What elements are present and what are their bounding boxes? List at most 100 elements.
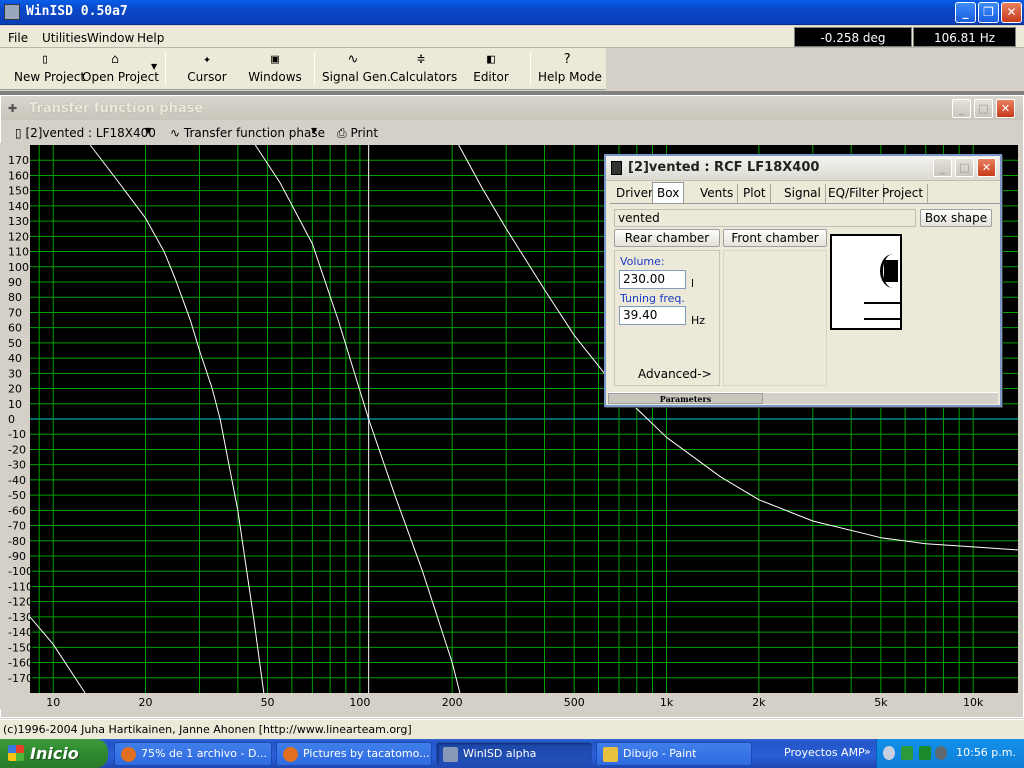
y-tick-label: -80: [8, 535, 26, 548]
menu-utilities[interactable]: Utilities: [42, 31, 87, 45]
graph-dropdown-icon[interactable]: ▼: [311, 126, 317, 135]
open-project-dropdown-icon[interactable]: ▼: [151, 62, 157, 71]
task-pictures[interactable]: Pictures by tacatomo...: [276, 742, 432, 766]
menu-help[interactable]: Help: [137, 31, 164, 45]
toolbar-expand-icon[interactable]: »: [864, 745, 871, 758]
child-minimize-icon[interactable]: _: [952, 99, 971, 118]
close-icon[interactable]: ✕: [1001, 2, 1022, 23]
signal-gen-label: Signal Gen.: [322, 70, 391, 84]
tab-box[interactable]: Box: [652, 182, 685, 203]
box-close-icon[interactable]: ✕: [977, 158, 996, 177]
x-tick-label: 500: [564, 696, 585, 709]
project-dropdown-icon[interactable]: ▼: [145, 126, 151, 135]
y-tick-label: 150: [8, 185, 29, 198]
x-tick-label: 10: [46, 696, 60, 709]
signal-gen-button[interactable]: ∿ Signal Gen.: [322, 50, 391, 88]
box-window-title-bar: [2]vented : RCF LF18X400 _ □ ✕: [606, 156, 1000, 181]
y-tick-label: 50: [8, 337, 22, 350]
quicklaunch-label[interactable]: Proyectos AMP: [784, 746, 865, 759]
taskbar: Inicio 75% de 1 archivo - D... Pictures …: [0, 739, 1024, 768]
x-tick-label: 1k: [660, 696, 674, 709]
y-tick-label: 90: [8, 276, 22, 289]
restore-icon[interactable]: ❐: [978, 2, 999, 23]
windows-label: Windows: [248, 70, 302, 84]
task-download[interactable]: 75% de 1 archivo - D...: [114, 742, 272, 766]
antivirus-icon[interactable]: [919, 746, 931, 760]
x-tick-label: 2k: [752, 696, 766, 709]
tuning-freq-label: Tuning freq.: [620, 292, 685, 305]
menu-file[interactable]: File: [8, 31, 28, 45]
start-button[interactable]: Inicio: [0, 739, 108, 768]
phase-window-title-bar: ✚ Transfer function phase _ □ ✕: [1, 96, 1023, 120]
status-bar: (c)1996-2004 Juha Hartikainen, Janne Aho…: [0, 719, 1024, 739]
tab-plot[interactable]: Plot: [739, 184, 771, 203]
box-maximize-icon[interactable]: □: [955, 158, 974, 177]
tab-project[interactable]: Project: [878, 184, 929, 203]
calculators-button[interactable]: ≑ Calculators: [390, 50, 458, 88]
help-mode-icon: ?: [563, 52, 571, 67]
open-project-button[interactable]: ⌂ Open Project: [82, 50, 159, 88]
tuning-freq-input[interactable]: 39.40: [619, 306, 686, 325]
minimize-icon[interactable]: _: [955, 2, 976, 23]
phase-graph-icon: ✚: [8, 102, 18, 115]
copyright-text: (c)1996-2004 Juha Hartikainen, Janne Aho…: [3, 723, 412, 736]
child-close-icon[interactable]: ✕: [996, 99, 1015, 118]
cursor-button[interactable]: ✦ Cursor: [180, 50, 234, 88]
print-button[interactable]: ⎙ Print: [337, 126, 378, 141]
help-mode-button[interactable]: ? Help Mode: [538, 50, 602, 88]
box-shape-button[interactable]: Box shape: [920, 209, 992, 227]
calculator-icon: ≑: [417, 52, 425, 67]
child-maximize-icon[interactable]: □: [974, 99, 993, 118]
cursor-label: Cursor: [187, 70, 227, 84]
calculators-label: Calculators: [390, 70, 458, 84]
open-project-icon: ⌂: [111, 52, 119, 67]
signal-generator-icon: ∿: [347, 52, 359, 67]
app-title-bar: WinISD 0.50a7 _ ❐ ✕: [0, 0, 1024, 25]
network-icon[interactable]: [901, 746, 913, 760]
front-chamber-button[interactable]: Front chamber: [723, 229, 827, 247]
y-tick-label: -70: [8, 520, 26, 533]
front-chamber-group: [723, 250, 827, 386]
status-panel: Parameters: [608, 393, 763, 404]
volume-icon[interactable]: [935, 746, 947, 760]
y-tick-label: -140: [8, 626, 33, 639]
tab-vents[interactable]: Vents: [696, 184, 739, 203]
box-window: [2]vented : RCF LF18X400 _ □ ✕ Driver Bo…: [604, 154, 1002, 407]
new-project-button[interactable]: ▯ New Project: [14, 50, 85, 88]
task-pictures-label: Pictures by tacatomo...: [303, 747, 430, 760]
menu-window[interactable]: Window: [87, 31, 134, 45]
y-tick-label: 130: [8, 215, 29, 228]
firefox-icon: [283, 747, 298, 762]
y-tick-label: 120: [8, 230, 29, 243]
box-type-field[interactable]: vented: [614, 209, 916, 227]
windows-button[interactable]: ▣ Windows: [246, 50, 304, 88]
advanced-button[interactable]: Advanced->: [638, 367, 712, 381]
driver-magnet-icon: [884, 260, 898, 282]
task-paint[interactable]: Dibujo - Paint: [596, 742, 752, 766]
rear-chamber-button[interactable]: Rear chamber: [614, 229, 720, 247]
task-winisd[interactable]: WinISD alpha: [436, 742, 592, 766]
tray-expand-icon[interactable]: [883, 746, 895, 760]
box-minimize-icon[interactable]: _: [933, 158, 952, 177]
cursor-icon: ✦: [203, 52, 211, 67]
project-icon: ▯: [15, 126, 22, 140]
task-paint-label: Dibujo - Paint: [623, 747, 697, 760]
y-tick-label: 30: [8, 367, 22, 380]
graph-wave-icon: ∿: [170, 126, 181, 140]
y-tick-label: 140: [8, 200, 29, 213]
new-project-icon: ▯: [41, 52, 49, 67]
y-tick-label: -120: [8, 596, 33, 609]
print-label: Print: [350, 126, 379, 140]
frequency-readout: 106.81 Hz: [913, 27, 1016, 47]
main-toolbar: ▯ New Project ⌂ Open Project ▼ ✦ Cursor …: [0, 48, 606, 90]
project-select[interactable]: ▯ [2]vented : LF18X400: [15, 126, 156, 140]
editor-button[interactable]: ◧ Editor: [468, 50, 514, 88]
tuning-freq-unit: Hz: [691, 314, 706, 327]
tab-eq-filter[interactable]: EQ/Filter: [824, 184, 884, 203]
graph-select[interactable]: ∿ Transfer function phase: [170, 126, 325, 140]
x-tick-label: 100: [349, 696, 370, 709]
box-tabs: Driver Box Vents Plot Signal EQ/Filter P…: [610, 182, 1000, 204]
volume-input[interactable]: 230.00: [619, 270, 686, 289]
graph-select-label: Transfer function phase: [183, 126, 326, 140]
tab-signal[interactable]: Signal: [780, 184, 826, 203]
